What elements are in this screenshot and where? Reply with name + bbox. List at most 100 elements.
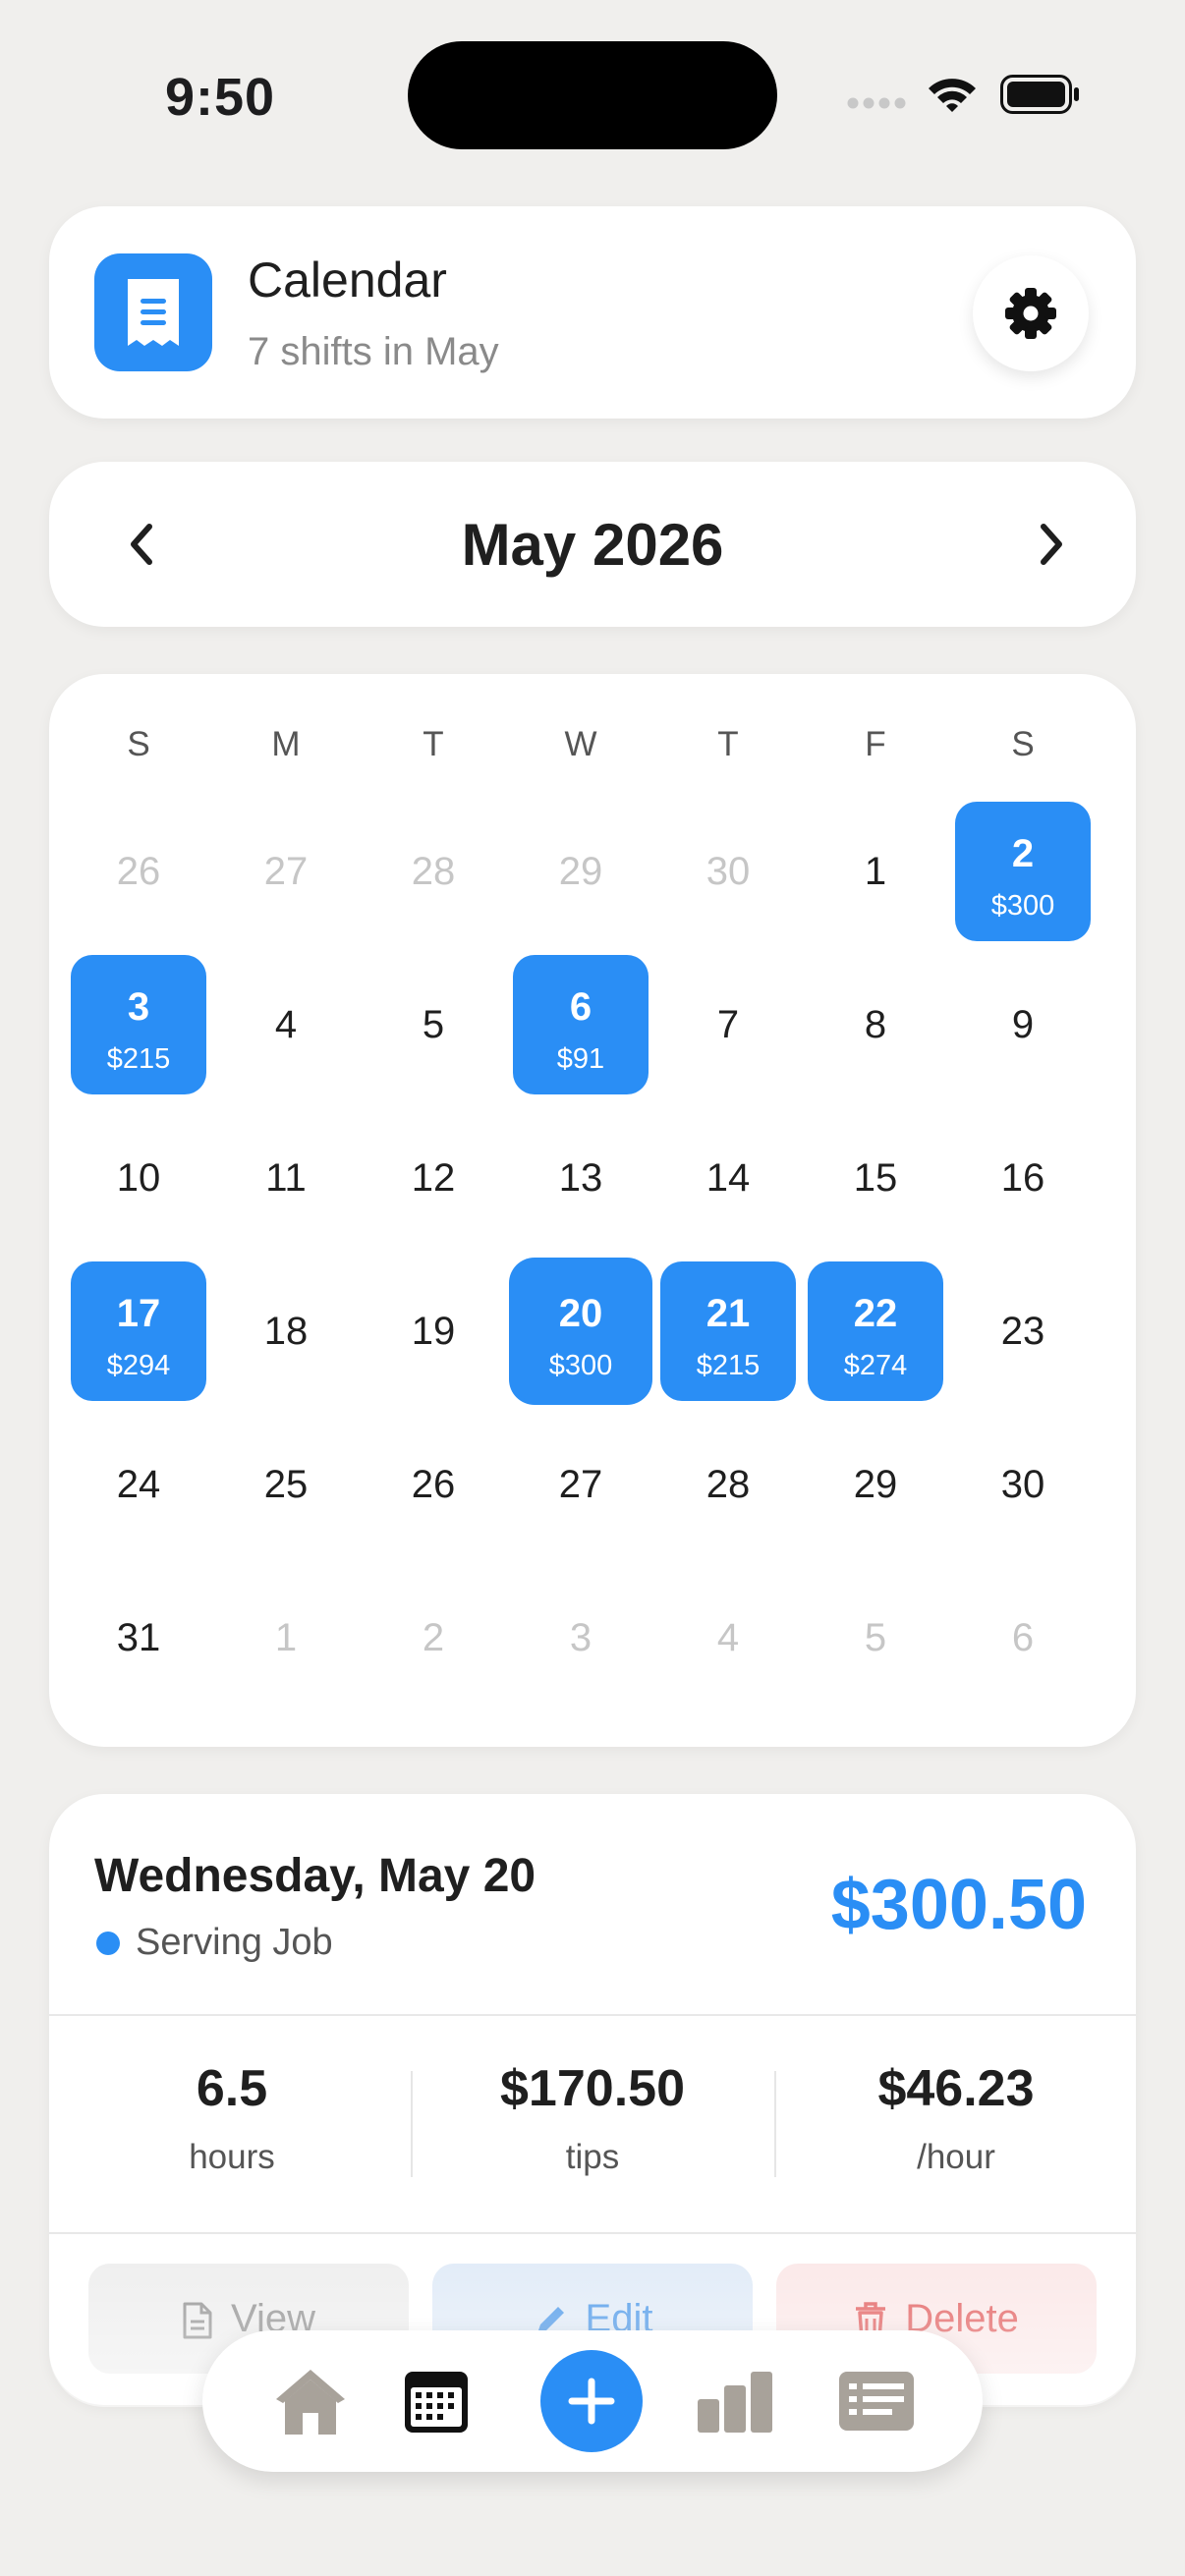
calendar-day[interactable]: 30: [955, 1415, 1091, 1554]
calendar-day[interactable]: 28: [660, 1415, 796, 1554]
day-number: 7: [716, 1003, 740, 1046]
day-number: 27: [263, 850, 309, 893]
calendar-day[interactable]: 1: [808, 802, 943, 941]
tab-stats[interactable]: [696, 2362, 774, 2440]
day-number: 4: [716, 1616, 740, 1659]
day-number: 24: [116, 1463, 161, 1506]
stat-hourly: $46.23 /hour: [773, 2059, 1136, 2177]
stat-hours: 6.5 hours: [49, 2059, 415, 2177]
day-number: 1: [864, 850, 887, 893]
calendar-day[interactable]: 31: [71, 1568, 206, 1708]
calendar-day[interactable]: 10: [71, 1108, 206, 1248]
day-number: 25: [263, 1463, 309, 1506]
calendar-day[interactable]: 29: [513, 802, 649, 941]
day-number: 6: [569, 985, 592, 1029]
calendar-day[interactable]: 28: [366, 802, 501, 941]
job-name: Serving Job: [136, 1922, 333, 1963]
calendar-day[interactable]: 5: [366, 955, 501, 1094]
calendar-day[interactable]: 12: [366, 1108, 501, 1248]
calendar-day[interactable]: 1: [218, 1568, 354, 1708]
month-navigator: May 2026: [49, 462, 1136, 627]
calendar-day[interactable]: 14: [660, 1108, 796, 1248]
selected-date: Wednesday, May 20: [94, 1850, 536, 1902]
weekday-label: W: [564, 725, 597, 763]
day-number: 23: [1000, 1310, 1045, 1353]
calendar-day[interactable]: 4: [660, 1568, 796, 1708]
calendar-day[interactable]: 26: [71, 802, 206, 941]
day-number: 8: [864, 1003, 887, 1046]
day-number: 9: [1011, 1003, 1035, 1046]
calendar-day[interactable]: 8: [808, 955, 943, 1094]
day-number: 4: [274, 1003, 298, 1046]
job-color-dot: [96, 1932, 120, 1955]
calendar-day[interactable]: 23: [955, 1261, 1091, 1401]
calendar-day-shift[interactable]: 2 $300: [955, 802, 1091, 941]
day-number: 22: [853, 1292, 898, 1335]
day-number: 19: [411, 1310, 456, 1353]
calendar-day[interactable]: 30: [660, 802, 796, 941]
calendar-day[interactable]: 2: [366, 1568, 501, 1708]
calendar-day[interactable]: 5: [808, 1568, 943, 1708]
settings-button[interactable]: [973, 255, 1089, 371]
calendar-day[interactable]: 29: [808, 1415, 943, 1554]
next-month-button[interactable]: [1012, 505, 1091, 584]
calendar-day[interactable]: 24: [71, 1415, 206, 1554]
calendar-day-shift[interactable]: 20 $300: [513, 1261, 649, 1401]
calendar-day[interactable]: 11: [218, 1108, 354, 1248]
day-number: 5: [864, 1616, 887, 1659]
calendar-day[interactable]: 25: [218, 1415, 354, 1554]
day-number: 6: [1011, 1616, 1035, 1659]
day-number: 2: [422, 1616, 445, 1659]
stat-value: 6.5: [196, 2060, 268, 2117]
tab-home[interactable]: [271, 2362, 350, 2440]
day-number: 5: [422, 1003, 445, 1046]
calendar-day[interactable]: 9: [955, 955, 1091, 1094]
calendar-day[interactable]: 27: [513, 1415, 649, 1554]
day-earnings: $215: [106, 1043, 171, 1075]
calendar-day[interactable]: 19: [366, 1261, 501, 1401]
calendar-day-shift[interactable]: 17 $294: [71, 1261, 206, 1401]
day-number: 14: [705, 1156, 751, 1200]
calendar-day[interactable]: 15: [808, 1108, 943, 1248]
home-icon: [276, 2370, 345, 2435]
tab-list[interactable]: [837, 2362, 916, 2440]
day-number: 12: [411, 1156, 456, 1200]
weekday-label: S: [127, 725, 150, 763]
document-icon: [183, 2302, 212, 2339]
stat-label: hours: [189, 2138, 275, 2176]
day-earnings: $91: [556, 1043, 605, 1075]
page-title: Calendar: [248, 252, 447, 308]
dynamic-island: [408, 41, 777, 149]
calendar-grid: S M T W T F S 26 27 28 29 30 1 2 $300 3 $215 4 5 6 $91 7 8 9 10 1…: [49, 674, 1136, 1747]
calendar-day[interactable]: 26: [366, 1415, 501, 1554]
day-number: 17: [116, 1292, 161, 1335]
chevron-right-icon: [1041, 524, 1062, 565]
day-number: 26: [116, 850, 161, 893]
calendar-day[interactable]: 16: [955, 1108, 1091, 1248]
calendar-day[interactable]: 18: [218, 1261, 354, 1401]
status-time: 9:50: [165, 68, 276, 127]
stat-label: tips: [565, 2138, 620, 2176]
stat-tips: $170.50 tips: [410, 2059, 775, 2177]
add-icon: [568, 2378, 615, 2425]
stat-value: $170.50: [500, 2060, 685, 2117]
add-shift-button[interactable]: [540, 2350, 643, 2452]
day-earnings: $294: [106, 1350, 171, 1381]
header-card: Calendar 7 shifts in May: [49, 206, 1136, 419]
day-number: 15: [853, 1156, 898, 1200]
calendar-day-shift[interactable]: 3 $215: [71, 955, 206, 1094]
calendar-day-shift[interactable]: 21 $215: [660, 1261, 796, 1401]
calendar-day[interactable]: 3: [513, 1568, 649, 1708]
calendar-day[interactable]: 7: [660, 955, 796, 1094]
day-number: 21: [705, 1292, 751, 1335]
tab-calendar[interactable]: [397, 2362, 476, 2440]
divider: [49, 2014, 1136, 2016]
calendar-day[interactable]: 13: [513, 1108, 649, 1248]
calendar-day[interactable]: 27: [218, 802, 354, 941]
cellular-icon: [847, 97, 906, 109]
calendar-day[interactable]: 6: [955, 1568, 1091, 1708]
calendar-day-shift[interactable]: 6 $91: [513, 955, 649, 1094]
calendar-day-shift[interactable]: 22 $274: [808, 1261, 943, 1401]
shift-detail-card: Wednesday, May 20 Serving Job $300.50 6.…: [49, 1794, 1136, 2405]
calendar-day[interactable]: 4: [218, 955, 354, 1094]
